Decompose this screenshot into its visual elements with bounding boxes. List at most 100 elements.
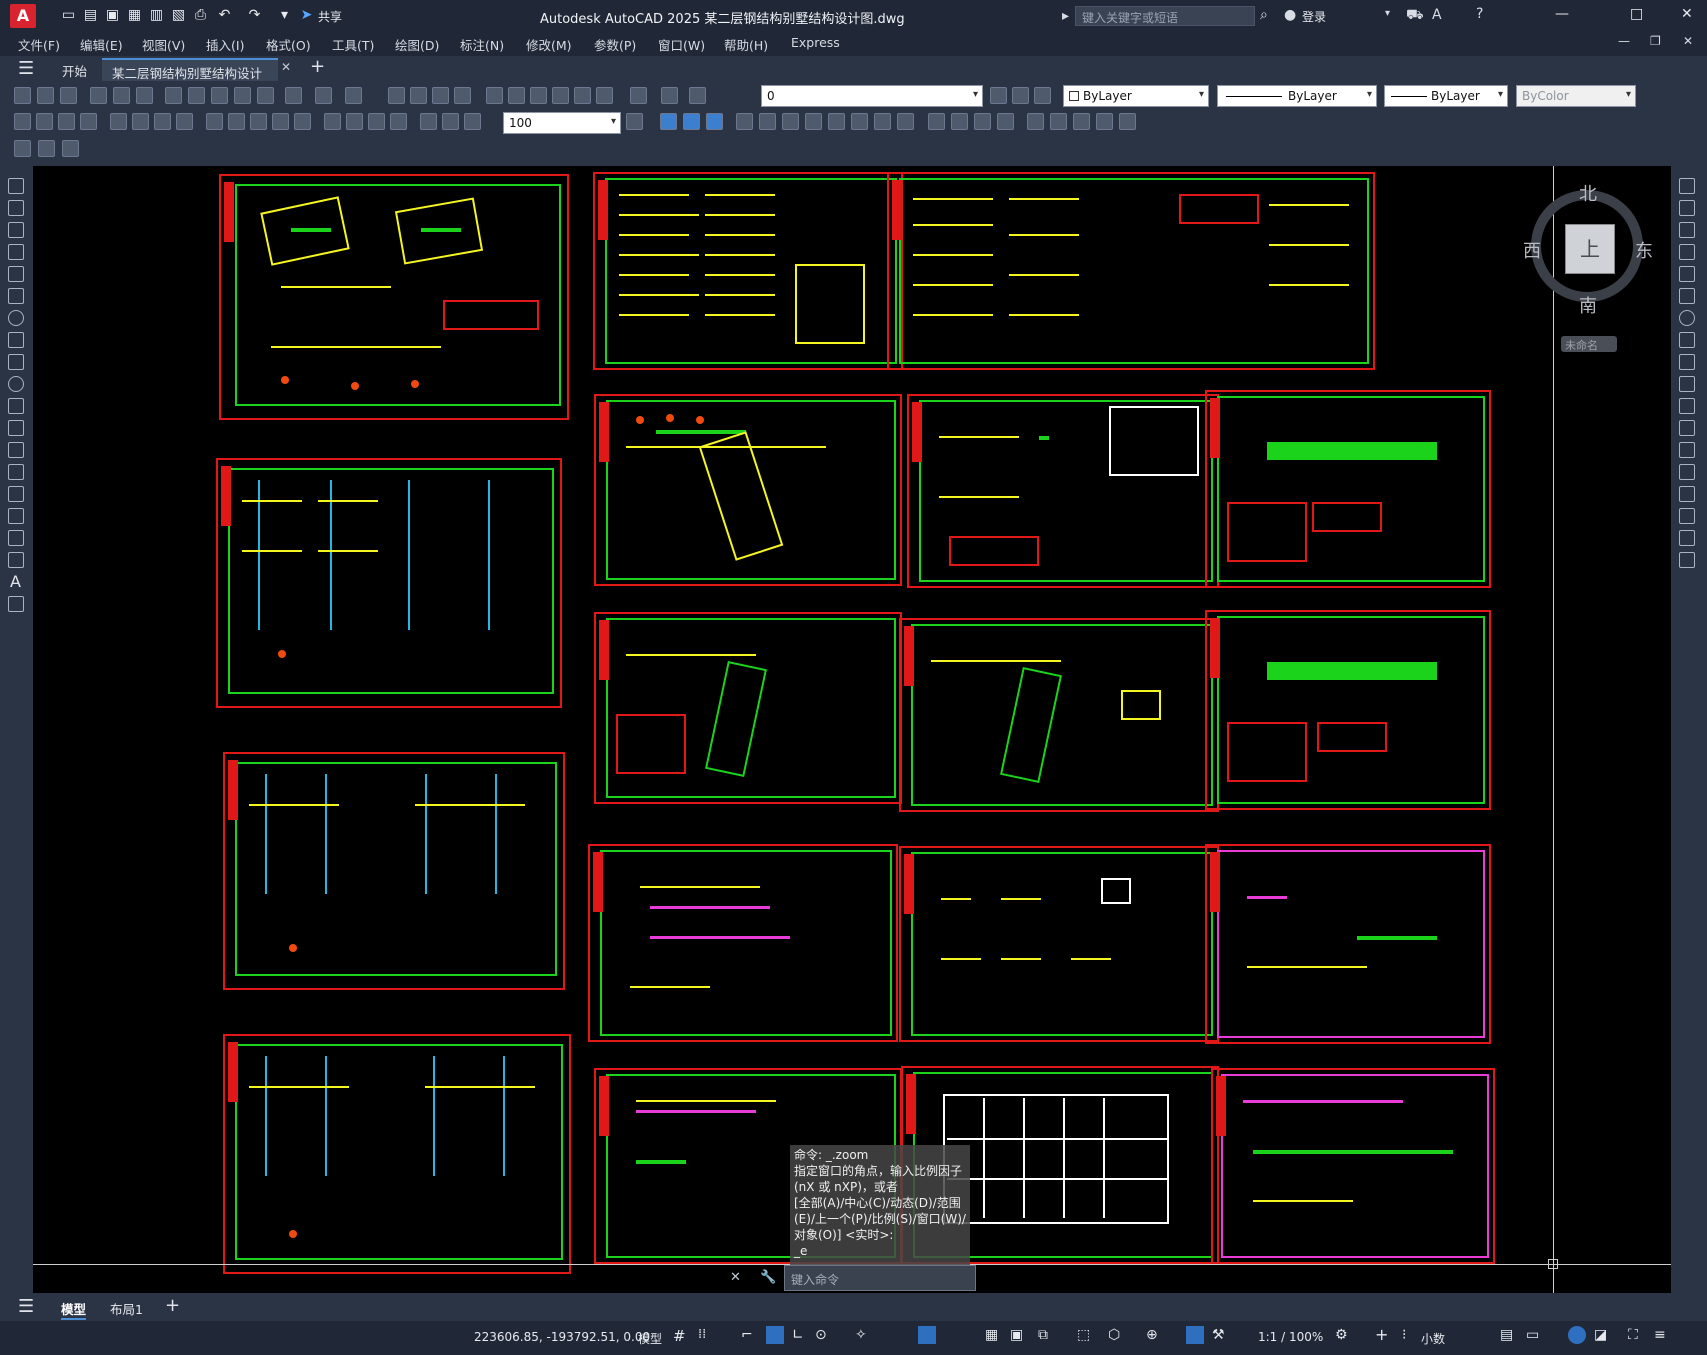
imprint-icon[interactable]: [928, 113, 945, 130]
tab-close-icon[interactable]: ✕: [281, 60, 291, 74]
pan-icon[interactable]: [388, 87, 405, 104]
menu-parametric[interactable]: 参数(P): [594, 35, 636, 54]
user-icon[interactable]: ●: [1284, 7, 1296, 23]
baseline-icon[interactable]: [228, 113, 245, 130]
open-file-icon[interactable]: [37, 87, 54, 104]
model-space-toggle[interactable]: 模型: [638, 1330, 662, 1347]
compass-north[interactable]: 北: [1579, 180, 1597, 206]
layer-state-icon[interactable]: [689, 87, 706, 104]
design-center-icon[interactable]: [508, 87, 525, 104]
hamburger-menu-icon[interactable]: ☰: [18, 58, 34, 79]
color-faces-icon[interactable]: [897, 113, 914, 130]
new-icon[interactable]: ▭: [60, 7, 77, 24]
menu-file[interactable]: 文件(F): [18, 35, 60, 54]
layer-dropdown[interactable]: 0 ▾: [761, 85, 983, 107]
compass-west[interactable]: 西: [1523, 237, 1541, 263]
rotate-faces-icon[interactable]: [828, 113, 845, 130]
erase-icon[interactable]: [1679, 178, 1695, 194]
minimize-button[interactable]: —: [1555, 6, 1569, 22]
snap-icon[interactable]: ⁞⁞: [698, 1327, 706, 1342]
menu-window[interactable]: 窗口(W): [658, 35, 705, 54]
spline-icon[interactable]: [8, 354, 24, 370]
redo-icon[interactable]: ↷: [246, 7, 263, 24]
insert-block-icon[interactable]: [8, 420, 24, 436]
maximize-button[interactable]: □: [1630, 6, 1643, 22]
menu-dimension[interactable]: 标注(N): [460, 35, 504, 54]
dimstyle-icon[interactable]: [626, 113, 643, 130]
search-icon[interactable]: ⌕: [1260, 7, 1268, 23]
app-menu-button[interactable]: A: [10, 4, 36, 28]
linetype-dropdown[interactable]: ByLayer ▾: [1217, 85, 1377, 107]
infer-icon[interactable]: ⌐: [741, 1327, 753, 1343]
break-object-icon[interactable]: [1679, 442, 1695, 458]
extrude-faces-icon[interactable]: [736, 113, 753, 130]
login-dropdown-icon[interactable]: ▾: [1385, 8, 1390, 19]
share-button[interactable]: 共享: [318, 8, 342, 25]
3d-osnap-icon[interactable]: ⬚: [1077, 1327, 1090, 1343]
isolate-objects-icon[interactable]: [1568, 1326, 1586, 1344]
copy-icon[interactable]: [188, 87, 205, 104]
arc-icon[interactable]: [8, 288, 24, 304]
point-icon[interactable]: [8, 464, 24, 480]
close-button[interactable]: ✕: [1681, 6, 1693, 22]
mtext-draw-icon[interactable]: A: [10, 572, 21, 591]
workspace-gear-icon[interactable]: ⚙: [1335, 1327, 1348, 1343]
mirror-icon[interactable]: [1679, 222, 1695, 238]
ortho-icon[interactable]: ∟: [792, 1327, 804, 1343]
transparency-icon[interactable]: ▣: [1010, 1327, 1023, 1343]
quick-properties-icon[interactable]: ▤: [1500, 1327, 1513, 1343]
text-edit-icon[interactable]: [14, 140, 31, 157]
ordinate-icon[interactable]: [80, 113, 97, 130]
menu-draw[interactable]: 绘图(D): [395, 35, 439, 54]
compass-east[interactable]: 东: [1635, 237, 1653, 263]
tool-palettes-icon[interactable]: [530, 87, 547, 104]
redo-toolbar-icon[interactable]: [315, 87, 332, 104]
graphics-performance-icon[interactable]: ◪: [1594, 1327, 1607, 1343]
dynamic-ucs-icon[interactable]: ⬡: [1108, 1327, 1120, 1343]
inspect-icon[interactable]: [368, 113, 385, 130]
offset-faces-icon[interactable]: [782, 113, 799, 130]
share-icon[interactable]: ➤: [298, 7, 315, 24]
preview-icon[interactable]: [113, 87, 130, 104]
open-icon[interactable]: ▤: [82, 7, 99, 24]
saveas-icon[interactable]: ▦: [126, 7, 143, 24]
command-close-icon[interactable]: ✕: [730, 1270, 741, 1285]
copy-edges-icon[interactable]: [1050, 113, 1067, 130]
help-icon[interactable]: ?: [1476, 6, 1483, 22]
insert-table-icon[interactable]: [38, 140, 55, 157]
region-icon[interactable]: [8, 530, 24, 546]
color-dropdown[interactable]: ByLayer ▾: [1063, 85, 1209, 107]
menu-view[interactable]: 视图(V): [142, 35, 185, 54]
quick-dimension-icon[interactable]: [206, 113, 223, 130]
lineweight-dropdown[interactable]: ByLayer ▾: [1384, 85, 1508, 107]
save-file-icon[interactable]: [60, 87, 77, 104]
space-icon[interactable]: [272, 113, 289, 130]
zoom-previous-icon[interactable]: [454, 87, 471, 104]
dynamic-input-icon[interactable]: [766, 1326, 784, 1344]
intersect-icon[interactable]: [706, 113, 723, 130]
box-icon[interactable]: [1096, 113, 1113, 130]
search-expand-icon[interactable]: ▸: [1062, 8, 1069, 24]
ellipse-icon[interactable]: [8, 376, 24, 392]
markup-icon[interactable]: [574, 87, 591, 104]
dimscale-dropdown[interactable]: 100 ▾: [503, 112, 621, 134]
annotation-scale[interactable]: 1:1 / 100%: [1258, 1330, 1323, 1344]
arc-length-icon[interactable]: [58, 113, 75, 130]
clean-icon[interactable]: [951, 113, 968, 130]
polar-icon[interactable]: ⊙: [815, 1327, 827, 1343]
cart-icon[interactable]: ⛟: [1406, 7, 1424, 25]
lock-ui-icon[interactable]: ▭: [1526, 1327, 1539, 1343]
linear-dimension-icon[interactable]: [14, 113, 31, 130]
menu-edit[interactable]: 编辑(E): [80, 35, 123, 54]
stretch-icon[interactable]: [1679, 354, 1695, 370]
move-icon[interactable]: [1679, 288, 1695, 304]
dimtedit-icon[interactable]: [442, 113, 459, 130]
subtract-icon[interactable]: [683, 113, 700, 130]
menu-tools[interactable]: 工具(T): [332, 35, 374, 54]
selection-cycling-icon[interactable]: ⧉: [1038, 1327, 1048, 1343]
chamfer-icon[interactable]: [1679, 486, 1695, 502]
blend-curves-icon[interactable]: [1679, 530, 1695, 546]
extend-icon[interactable]: [1679, 398, 1695, 414]
hatch-icon[interactable]: [8, 486, 24, 502]
undo-toolbar-icon[interactable]: [285, 87, 302, 104]
